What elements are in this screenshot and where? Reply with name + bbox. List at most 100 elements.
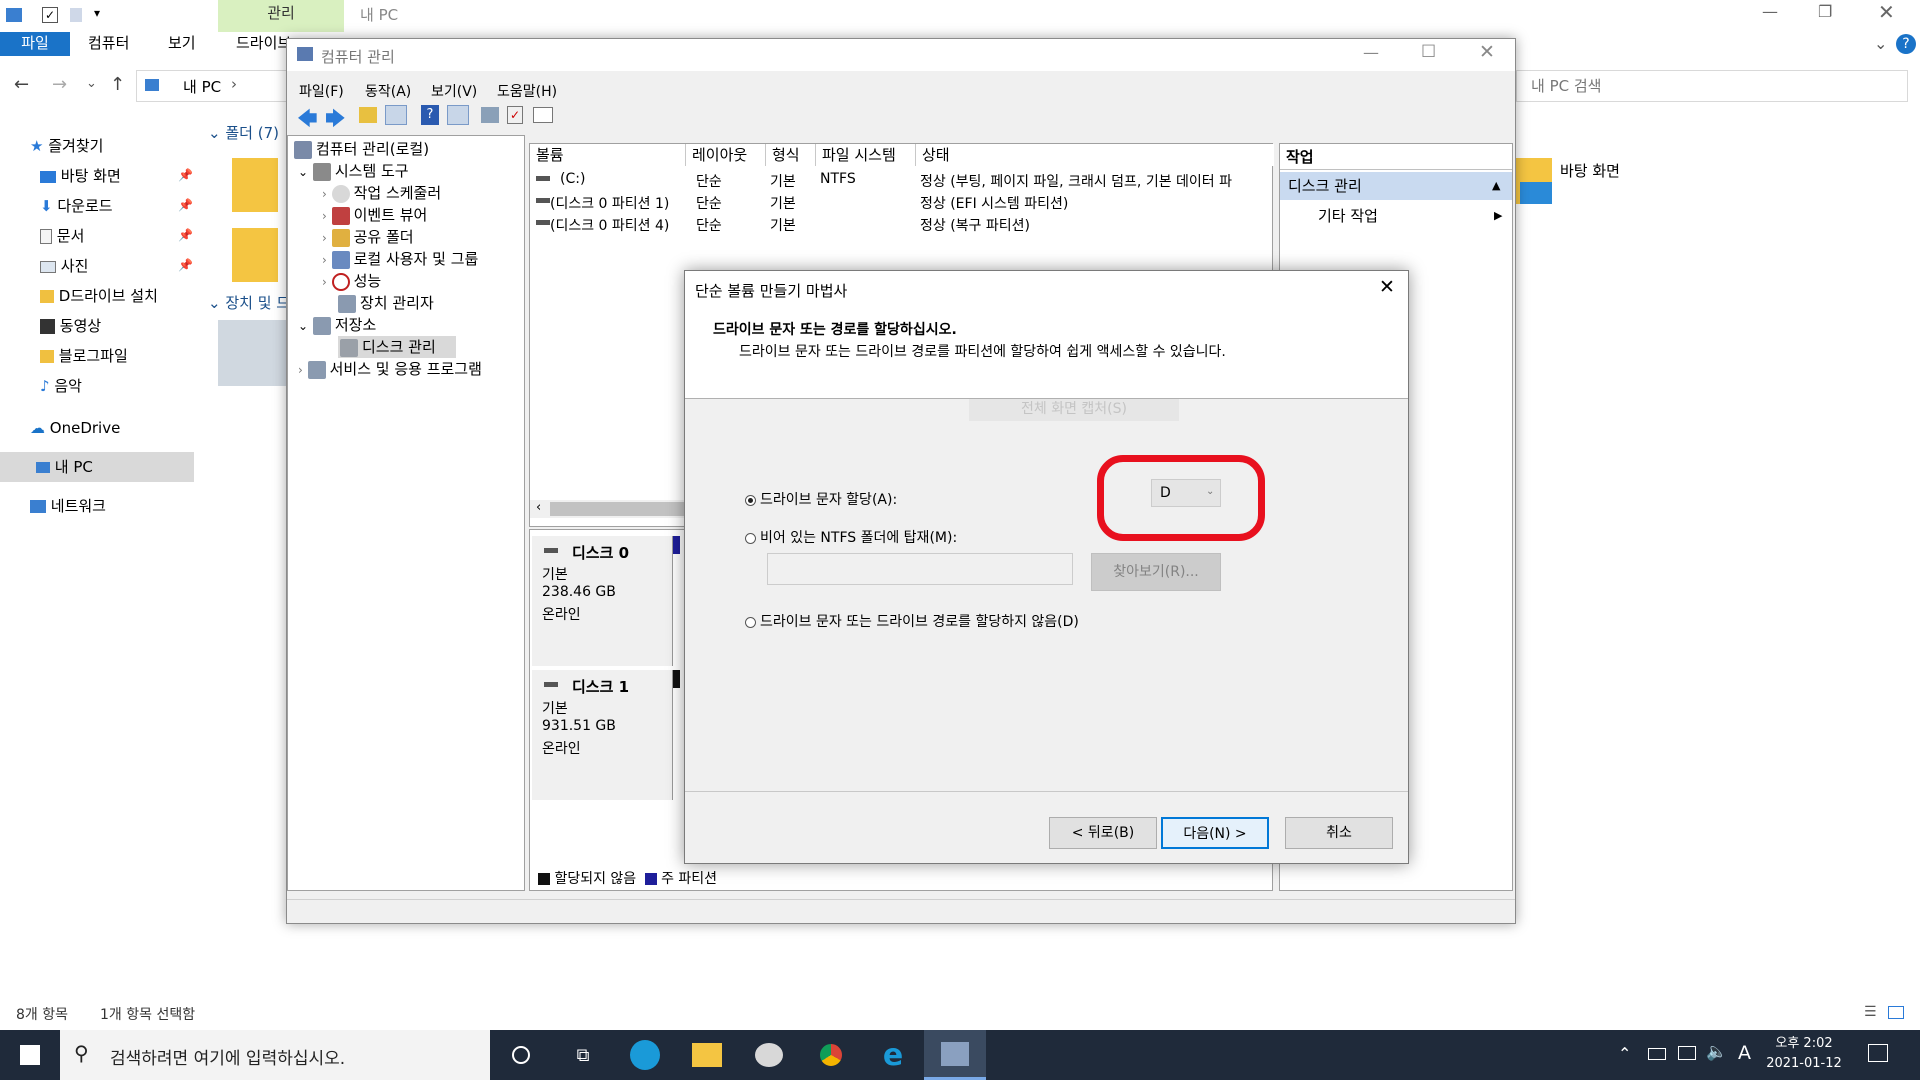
column-type[interactable]: 형식 — [766, 144, 816, 166]
column-volume[interactable]: 볼륨 — [530, 144, 686, 166]
folder-icon[interactable] — [232, 158, 278, 212]
action-more-actions[interactable]: 기타 작업 ▶ — [1280, 202, 1512, 230]
browse-button[interactable]: 찾아보기(R)... — [1091, 553, 1221, 591]
dialog-title-bar[interactable]: 단순 볼륨 만들기 마법사 ✕ — [685, 271, 1408, 307]
nav-item-blog-files[interactable]: 블로그파일 — [40, 342, 128, 370]
back-button[interactable]: < 뒤로(B) — [1049, 817, 1157, 849]
nav-item-desktop[interactable]: 바탕 화면 — [40, 162, 121, 190]
network-icon[interactable] — [1678, 1046, 1696, 1060]
nav-onedrive[interactable]: ☁ OneDrive — [30, 414, 120, 442]
volume-icon[interactable]: 🔈 — [1706, 1042, 1727, 1062]
forward-arrow-icon[interactable]: 🡆 — [325, 104, 346, 138]
nav-item-downloads[interactable]: ⬇ 다운로드 — [40, 192, 113, 220]
table-row[interactable]: (디스크 0 파티션 4) 단순 기본 정상 (복구 파티션) — [530, 212, 1274, 234]
taskbar-chrome[interactable] — [800, 1030, 862, 1080]
folders-group-header[interactable]: ⌄ 폴더 (7) — [208, 122, 279, 143]
up-folder-icon[interactable] — [359, 107, 377, 123]
taskbar-edge[interactable] — [614, 1030, 676, 1080]
document-icon[interactable] — [70, 8, 82, 22]
tree-performance[interactable]: › 성능 — [322, 270, 381, 292]
nav-item-ddrive-install[interactable]: D드라이브 설치 — [40, 282, 158, 310]
taskbar-paint[interactable] — [738, 1030, 800, 1080]
action-group-disk-management[interactable]: 디스크 관리 ▲ — [1280, 172, 1512, 200]
pin-icon[interactable]: 📌 — [178, 228, 193, 242]
back-icon[interactable]: ← — [14, 74, 29, 95]
tree-task-scheduler[interactable]: › 작업 스케줄러 — [322, 182, 441, 204]
show-hide-tree-icon[interactable] — [385, 105, 407, 125]
taskbar-search[interactable]: ⚲ 검색하려면 여기에 입력하십시오. — [60, 1030, 490, 1080]
title-bar[interactable]: 컴퓨터 관리 — ☐ ✕ — [287, 39, 1515, 71]
nav-item-pictures[interactable]: 사진 — [40, 252, 88, 280]
scrollbar-thumb[interactable] — [550, 502, 690, 516]
table-row[interactable]: (디스크 0 파티션 1) 단순 기본 정상 (EFI 시스템 파티션) — [530, 190, 1274, 212]
forward-icon[interactable]: → — [52, 74, 67, 95]
disk-0-partition-strip[interactable] — [672, 536, 680, 666]
task-view-button[interactable]: ⧉ — [552, 1030, 614, 1080]
nav-favorites[interactable]: ★ 즐겨찾기 — [30, 132, 103, 160]
radio-no-drive-letter[interactable]: 드라이브 문자 또는 드라이브 경로를 할당하지 않음(D) — [745, 611, 1079, 631]
ribbon-tab-view[interactable]: 보기 — [154, 32, 210, 56]
nav-network[interactable]: 네트워크 — [30, 492, 106, 520]
pin-icon[interactable]: 📌 — [178, 258, 193, 272]
column-layout[interactable]: 레이아웃 — [686, 144, 766, 166]
battery-icon[interactable] — [1648, 1048, 1666, 1060]
show-action-pane-icon[interactable] — [447, 105, 469, 125]
disk-0-info[interactable]: 디스크 0 기본 238.46 GB 온라인 — [532, 536, 672, 666]
clock[interactable]: 오후 2:02 2021-01-12 — [1764, 1034, 1844, 1078]
checklist-icon[interactable]: ✓ — [507, 106, 523, 124]
help-icon[interactable]: ? — [421, 105, 439, 125]
properties-icon[interactable] — [533, 107, 553, 123]
recent-dropdown-icon[interactable]: ⌄ — [86, 76, 97, 91]
ime-indicator[interactable]: A — [1738, 1042, 1751, 1064]
close-icon[interactable]: ✕ — [1878, 0, 1895, 24]
taskbar-file-explorer[interactable] — [676, 1030, 738, 1080]
ribbon-context-tab[interactable]: 관리 — [218, 0, 344, 32]
disk-1-info[interactable]: 디스크 1 기본 931.51 GB 온라인 — [532, 670, 672, 800]
ribbon-tab-computer[interactable]: 컴퓨터 — [74, 32, 143, 56]
tree-system-tools[interactable]: ⌄ 시스템 도구 — [298, 160, 409, 182]
tree-shared-folders[interactable]: › 공유 폴더 — [322, 226, 414, 248]
close-icon[interactable]: ✕ — [1379, 276, 1395, 298]
nav-item-music[interactable]: ♪ 음악 — [40, 372, 82, 400]
tree-disk-management[interactable]: 디스크 관리 — [340, 336, 436, 358]
menu-view[interactable]: 보기(V) — [431, 81, 477, 101]
scroll-left-icon[interactable]: ‹ — [536, 500, 541, 515]
checkbox-icon[interactable]: ✓ — [42, 7, 58, 23]
up-icon[interactable]: ↑ — [110, 74, 125, 95]
pin-icon[interactable]: 📌 — [178, 198, 193, 212]
disk-1-partition-strip[interactable] — [672, 670, 680, 800]
pin-icon[interactable]: 📌 — [178, 168, 193, 182]
tree-root[interactable]: 컴퓨터 관리(로컬) — [294, 138, 429, 160]
maximize-icon[interactable]: ☐ — [1421, 42, 1436, 62]
start-button[interactable] — [0, 1030, 60, 1080]
address-bar[interactable]: 내 PC › — [136, 70, 292, 102]
show-hidden-icons-icon[interactable]: ⌃ — [1618, 1044, 1631, 1063]
chevron-down-icon[interactable]: ⌄ — [1874, 34, 1887, 53]
minimize-icon[interactable]: — — [1363, 43, 1379, 62]
menu-action[interactable]: 동작(A) — [365, 81, 411, 101]
tree-device-manager[interactable]: 장치 관리자 — [338, 292, 434, 314]
restore-icon[interactable]: ❐ — [1818, 2, 1832, 21]
folder-icon[interactable] — [232, 228, 278, 282]
radio-assign-drive-letter[interactable]: 드라이브 문자 할당(A): — [745, 489, 897, 509]
details-view-icon[interactable]: ☰ — [1864, 1004, 1877, 1020]
taskbar-internet-explorer[interactable]: e — [862, 1030, 924, 1080]
devices-group-header[interactable]: ⌄ 장치 및 드 — [208, 292, 290, 313]
help-icon[interactable]: ? — [1896, 34, 1916, 54]
search-input[interactable]: 내 PC 검색 — [1516, 70, 1908, 102]
radio-mount-ntfs-folder[interactable]: 비어 있는 NTFS 폴더에 탑재(M): — [745, 527, 957, 547]
cortana-button[interactable] — [490, 1030, 552, 1080]
nav-item-videos[interactable]: 동영상 — [40, 312, 101, 340]
tree-services[interactable]: › 서비스 및 응용 프로그램 — [298, 358, 482, 380]
large-icons-view-icon[interactable] — [1888, 1006, 1904, 1019]
expand-right-icon[interactable]: ▶ — [1494, 202, 1502, 230]
notification-icon[interactable] — [1868, 1044, 1888, 1062]
nav-thispc[interactable]: 내 PC — [36, 453, 93, 481]
next-button[interactable]: 다음(N) > — [1161, 817, 1269, 849]
dropdown-icon[interactable]: ▾ — [94, 6, 100, 20]
tree-storage[interactable]: ⌄ 저장소 — [298, 314, 376, 336]
taskbar-computer-management[interactable] — [924, 1030, 986, 1080]
drive-icon[interactable] — [218, 320, 286, 386]
cancel-button[interactable]: 취소 — [1285, 817, 1393, 849]
tree-local-users[interactable]: › 로컬 사용자 및 그룹 — [322, 248, 478, 270]
